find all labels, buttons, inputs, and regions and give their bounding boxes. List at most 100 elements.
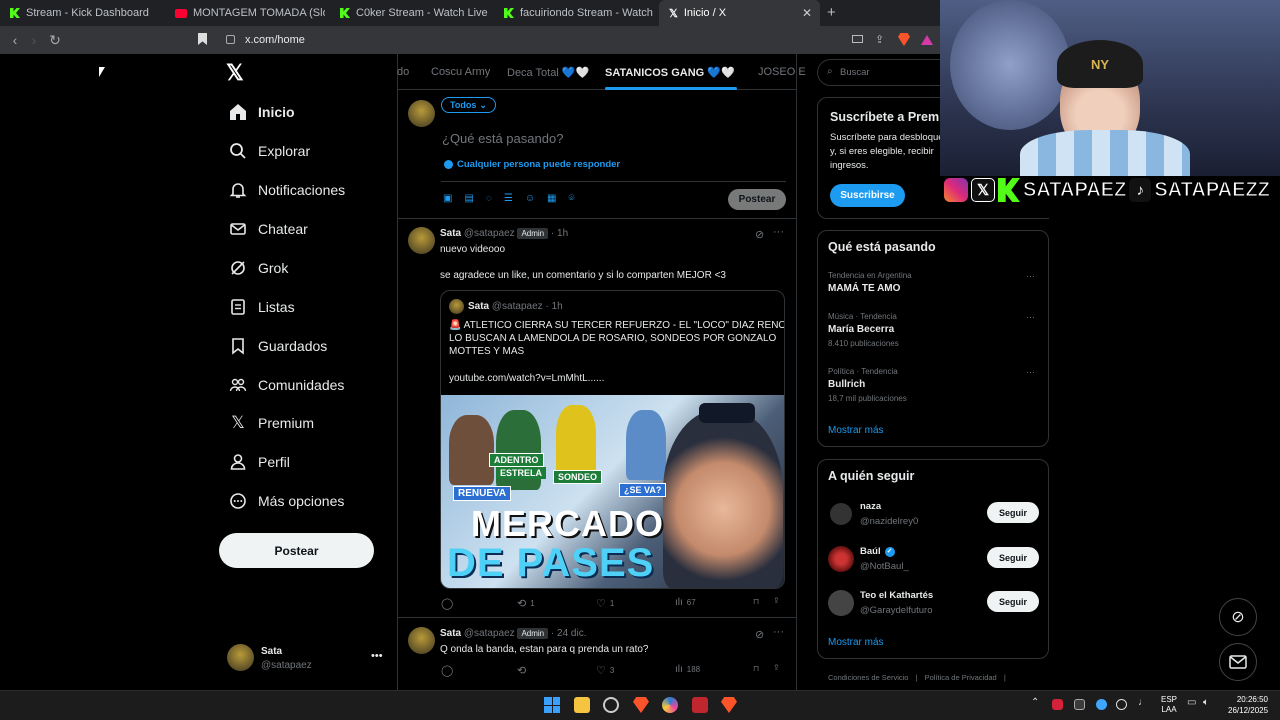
more-icon[interactable]: ··· — [773, 226, 784, 238]
more-icon[interactable]: ··· — [773, 626, 784, 638]
start-icon[interactable] — [544, 697, 560, 713]
nav-item-perfil[interactable]: Perfil — [228, 447, 290, 477]
trend-item[interactable]: Tendencia en Argentina MAMÁ TE AMO — [828, 271, 912, 294]
file-explorer-icon[interactable] — [574, 697, 590, 713]
tab-youtube-montagem[interactable]: MONTAGEM TOMADA (Slowed) | La — [165, 0, 325, 26]
close-tab-icon[interactable]: ✕ — [802, 6, 812, 20]
tab-kick-dashboard[interactable]: Stream - Kick Dashboard — [0, 0, 163, 26]
reply-setting[interactable]: Cualquier persona puede responder — [444, 159, 620, 170]
nav-item-comunidades[interactable]: Comunidades — [228, 370, 344, 400]
tweet-time[interactable]: 24 dic. — [557, 628, 586, 639]
show-more-link[interactable]: Mostrar más — [828, 425, 884, 436]
tray-icon[interactable] — [1074, 699, 1085, 710]
account-more-icon[interactable]: ••• — [371, 650, 383, 662]
location-icon[interactable]: ⌾ — [569, 193, 575, 204]
tray-icon[interactable] — [1096, 699, 1107, 710]
tray-icon[interactable] — [1052, 699, 1063, 710]
compose-input[interactable]: ¿Qué está pasando? — [442, 131, 563, 146]
microphone-icon[interactable]: ♩ — [1138, 697, 1148, 708]
language-indicator[interactable]: ESP LAA — [1161, 695, 1177, 715]
clock[interactable]: 20:26:50 26/12/2025 — [1228, 694, 1268, 716]
tweet-author-name[interactable]: Sata — [440, 228, 461, 239]
grok-float-button[interactable]: ⊘ — [1219, 598, 1257, 636]
forward-icon[interactable]: › — [25, 31, 43, 49]
tweet-avatar[interactable] — [408, 227, 435, 254]
tray-icon[interactable] — [1116, 699, 1127, 710]
avatar[interactable] — [830, 503, 852, 525]
tweet-avatar[interactable] — [408, 627, 435, 654]
repost-action[interactable]: ⟲ 1 — [517, 597, 535, 610]
nav-item-guardados[interactable]: Guardados — [228, 331, 327, 361]
like-action[interactable]: ♡ 1 — [596, 597, 614, 610]
views-action[interactable]: ılı 67 — [675, 597, 696, 608]
avatar[interactable] — [828, 590, 854, 616]
tweet-time[interactable]: 1h — [557, 228, 568, 239]
nav-item-grok[interactable]: Grok — [228, 253, 288, 283]
like-action[interactable]: ♡ 3 — [596, 664, 614, 677]
site-info-icon[interactable] — [226, 35, 235, 44]
volume-icon[interactable]: 🔈︎ — [1203, 697, 1209, 708]
tab-satanicos-gang[interactable]: SATANICOS GANG 💙🤍 — [605, 66, 735, 79]
follow-name[interactable]: naza — [860, 501, 881, 512]
show-more-link[interactable]: Mostrar más — [828, 637, 884, 648]
app-icon[interactable] — [692, 697, 708, 713]
tab-facuiriondo-stream[interactable]: facuiriondo Stream - Watch Live on K — [494, 0, 654, 26]
reload-icon[interactable]: ↻ — [46, 31, 64, 49]
grok-icon[interactable]: ◌ — [486, 193, 492, 204]
network-icon[interactable]: ▭ — [1187, 697, 1196, 708]
new-tab-icon[interactable]: + — [827, 4, 836, 21]
footer-link[interactable]: Política de Privacidad — [925, 673, 997, 682]
quote-tweet[interactable]: Sata @satapaez · 1h 🚨 ATLETICO CIERRA SU… — [440, 290, 785, 589]
quote-link[interactable]: youtube.com/watch?v=LmMhtL...... — [449, 372, 604, 385]
follow-button[interactable]: Seguir — [987, 547, 1039, 568]
trend-item[interactable]: Música · Tendencia María Becerra 8.410 p… — [828, 312, 899, 348]
tab-coscu-army[interactable]: Coscu Army — [431, 66, 490, 78]
messages-float-button[interactable] — [1219, 643, 1257, 681]
avatar[interactable] — [828, 546, 854, 572]
bookmark-icon[interactable]: ⊓ — [753, 597, 759, 606]
share-icon[interactable]: ⇪ — [773, 596, 780, 605]
tweet-author-name[interactable]: Sata — [440, 628, 461, 639]
follow-name[interactable]: Baúl ✓ — [860, 546, 895, 557]
screen-icon[interactable] — [852, 35, 863, 43]
x-logo-icon[interactable]: 𝕏 — [226, 60, 244, 86]
nav-item-explorar[interactable]: Explorar — [228, 136, 310, 166]
nav-item-chatear[interactable]: Chatear — [228, 214, 308, 244]
composer-post-button[interactable]: Postear — [728, 189, 786, 210]
nav-item-notificaciones[interactable]: Notificaciones — [228, 175, 345, 205]
chevron-up-icon[interactable]: ⌃ — [1031, 697, 1039, 708]
tab-c0ker-stream[interactable]: C0ker Stream - Watch Live on Kick — [330, 0, 490, 26]
tab-inicio-x[interactable]: 𝕏 Inicio / X ✕ — [659, 0, 820, 26]
tab-partial[interactable]: do — [397, 66, 409, 78]
reply-action[interactable]: ◯ — [441, 597, 456, 610]
post-button[interactable]: Postear — [219, 533, 374, 568]
bookmark-icon[interactable]: ⊓ — [753, 664, 759, 673]
repost-action[interactable]: ⟲ — [517, 664, 530, 677]
audience-selector[interactable]: Todos ⌄ — [441, 97, 496, 113]
tab-deca-total[interactable]: Deca Total 💙🤍 — [507, 66, 589, 79]
video-thumbnail[interactable]: RENUEVA ADENTRO ESTRELA SONDEO ¿SE VA? M… — [441, 395, 784, 588]
schedule-icon[interactable]: ▦ — [547, 193, 556, 204]
share-icon[interactable]: ⇪ — [773, 663, 780, 672]
nav-item-listas[interactable]: Listas — [228, 292, 295, 322]
brave-rewards-icon[interactable] — [921, 35, 933, 45]
obs-icon[interactable] — [603, 697, 619, 713]
chevron-down-icon[interactable]: ⌄ — [726, 66, 734, 77]
trend-item[interactable]: Política · Tendencia Bullrich 18,7 mil p… — [828, 367, 907, 403]
nav-item-premium[interactable]: 𝕏 Premium — [228, 408, 314, 438]
more-icon[interactable]: ··· — [1026, 312, 1035, 322]
share-icon[interactable]: ⇪ — [875, 33, 884, 46]
search-input[interactable]: ⌕ Buscar — [817, 59, 942, 86]
views-action[interactable]: ılı 188 — [675, 664, 700, 675]
nav-item-inicio[interactable]: Inicio — [228, 97, 295, 127]
poll-icon[interactable]: ☰ — [504, 193, 513, 204]
more-icon[interactable]: ··· — [1026, 271, 1035, 281]
tab-joseo[interactable]: JOSEO E — [758, 66, 806, 78]
footer-link[interactable]: Condiciones de Servicio — [828, 673, 908, 682]
follow-name[interactable]: Teo el Kathartés — [860, 590, 933, 601]
url-input[interactable]: x.com/home — [245, 34, 305, 46]
avatar[interactable] — [227, 644, 254, 671]
follow-button[interactable]: Seguir — [987, 502, 1039, 523]
grok-icon[interactable]: ⊘ — [755, 228, 764, 241]
more-icon[interactable]: ··· — [1026, 367, 1035, 377]
